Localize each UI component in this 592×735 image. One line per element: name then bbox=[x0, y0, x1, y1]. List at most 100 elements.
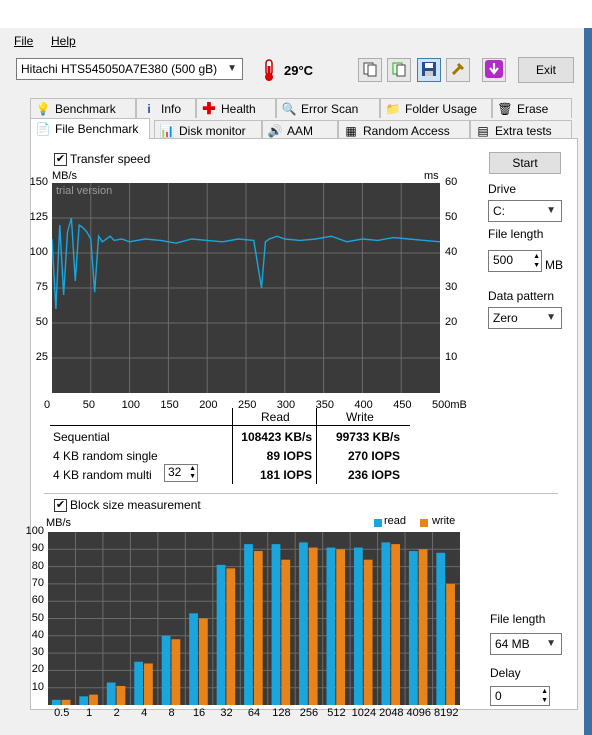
bar-x-tick: 2 bbox=[113, 707, 120, 719]
bar-write bbox=[281, 559, 291, 705]
block-size-chart bbox=[48, 532, 460, 705]
block-size-label: Block size measurement bbox=[70, 498, 201, 512]
menu-file[interactable]: File bbox=[14, 34, 33, 48]
y-left-tick: 125 bbox=[29, 211, 48, 223]
block-size-checkbox[interactable]: ✔ bbox=[54, 499, 67, 512]
bar-read bbox=[408, 551, 418, 705]
copy-all-button[interactable] bbox=[387, 58, 411, 82]
grid-icon: ▤ bbox=[477, 123, 489, 138]
legend-read-label: read bbox=[384, 515, 407, 527]
tab-error-scan[interactable]: 🔍 Error Scan bbox=[276, 98, 380, 118]
file-length-value: 500 bbox=[493, 253, 514, 267]
transfer-speed-svg bbox=[52, 183, 440, 393]
tab-benchmark[interactable]: 💡 Benchmark bbox=[30, 98, 136, 118]
transfer-speed-checkbox[interactable]: ✔ bbox=[54, 153, 67, 166]
bar-read bbox=[299, 542, 308, 705]
options-button[interactable] bbox=[446, 58, 470, 82]
x-tick: 300 bbox=[276, 399, 296, 411]
bar-x-tick: 4 bbox=[141, 707, 148, 719]
bar-write bbox=[226, 568, 236, 705]
queue-depth-spinner[interactable]: 32 ▲ ▼ bbox=[164, 464, 198, 482]
start-button[interactable]: Start bbox=[489, 152, 561, 174]
tab-aam-label: AAM bbox=[287, 123, 314, 138]
benchmark-icon: 💡 bbox=[35, 101, 51, 116]
tab-random-access[interactable]: ▦ Random Access bbox=[338, 120, 470, 140]
random-single-write-value: 270 IOPS bbox=[347, 449, 400, 463]
tab-aam[interactable]: 🔊 AAM bbox=[262, 120, 338, 140]
bar-x-tick: 32 bbox=[220, 707, 233, 719]
y-unit-left: MB/s bbox=[52, 170, 78, 182]
bar-y-tick: 30 bbox=[31, 646, 44, 659]
bar-read bbox=[161, 635, 171, 705]
row-random-single-label: 4 KB random single bbox=[53, 449, 158, 463]
download-arrow-icon bbox=[485, 59, 503, 81]
bar-x-tick: 128 bbox=[272, 707, 291, 719]
block-file-length-select[interactable]: 64 MB ▼ bbox=[490, 633, 562, 655]
save-button[interactable] bbox=[417, 58, 441, 82]
bar-write bbox=[253, 551, 263, 705]
bar-y-unit: MB/s bbox=[46, 517, 72, 529]
tab-error-scan-label: Error Scan bbox=[301, 101, 359, 116]
tab-health[interactable]: ✚ Health bbox=[196, 98, 276, 118]
copy-all-icon bbox=[391, 61, 407, 80]
y-left-tick: 150 bbox=[29, 176, 48, 188]
delay-spinner[interactable]: 0 ▲ ▼ bbox=[490, 686, 550, 706]
bar-x-tick: 512 bbox=[327, 707, 346, 719]
data-pattern-select[interactable]: Zero ▼ bbox=[488, 307, 562, 329]
x-tick: 200 bbox=[199, 399, 218, 411]
bar-write bbox=[391, 544, 401, 705]
tab-folder-usage[interactable]: 📁 Folder Usage bbox=[380, 98, 492, 118]
tab-file-benchmark[interactable]: 📄 File Benchmark bbox=[30, 118, 150, 139]
tab-erase[interactable]: 🗑 Erase bbox=[492, 98, 572, 118]
row-sequential-label: Sequential bbox=[53, 430, 110, 444]
data-pattern-label: Data pattern bbox=[488, 289, 555, 303]
bar-read bbox=[326, 547, 336, 705]
drive-select[interactable]: C: ▼ bbox=[488, 200, 562, 222]
title-strip bbox=[0, 0, 592, 28]
tab-info[interactable]: i Info bbox=[136, 98, 196, 118]
col-divider-1 bbox=[232, 408, 233, 484]
y-left-tick: 25 bbox=[35, 351, 48, 363]
file-length-spinner[interactable]: 500 ▲ ▼ bbox=[488, 250, 542, 272]
wrench-icon bbox=[450, 61, 466, 80]
bar-read bbox=[271, 544, 281, 705]
x-tick: 0 bbox=[44, 399, 51, 411]
row-random-multi-label: 4 KB random multi bbox=[53, 468, 152, 482]
bar-write bbox=[116, 685, 126, 705]
bar-read bbox=[134, 661, 144, 705]
spinner-arrows-icon: ▲ ▼ bbox=[189, 465, 196, 480]
file-length-unit: MB bbox=[545, 258, 563, 272]
menu-help[interactable]: Help bbox=[51, 34, 76, 48]
tab-folder-usage-label: Folder Usage bbox=[405, 101, 478, 116]
bar-write bbox=[198, 618, 208, 705]
bar-write bbox=[144, 663, 153, 705]
bar-write bbox=[363, 559, 373, 705]
x-tick: 450 bbox=[393, 399, 412, 411]
exit-button[interactable]: Exit bbox=[518, 57, 574, 83]
y-right-tick: 30 bbox=[445, 281, 458, 293]
drive-select-value: C: bbox=[493, 204, 505, 218]
bar-read bbox=[51, 699, 61, 705]
disk-select-value: Hitachi HTS545050A7E380 (500 gB) bbox=[21, 62, 218, 76]
col-read-header: Read bbox=[261, 410, 290, 424]
copy-button[interactable] bbox=[358, 58, 382, 82]
bar-read bbox=[381, 542, 391, 705]
transfer-speed-chart: trial version bbox=[52, 183, 440, 393]
y-left-tick: 50 bbox=[35, 316, 48, 328]
bar-x-tick: 1 bbox=[86, 707, 93, 719]
disk-select[interactable]: Hitachi HTS545050A7E380 (500 gB) ▼ bbox=[16, 58, 243, 80]
y-right-tick: 40 bbox=[445, 246, 458, 258]
tab-disk-monitor[interactable]: 📊 Disk monitor bbox=[154, 120, 262, 140]
x-tick: 500mB bbox=[432, 399, 467, 411]
random-single-read-value: 89 IOPS bbox=[266, 449, 312, 463]
spinner-arrows-icon: ▲ ▼ bbox=[533, 253, 540, 269]
bar-write bbox=[336, 549, 346, 705]
chevron-down-icon: ▼ bbox=[546, 312, 556, 323]
info-icon: i bbox=[147, 101, 151, 116]
menu-file-label: File bbox=[14, 34, 34, 48]
tab-extra-tests[interactable]: ▤ Extra tests bbox=[470, 120, 572, 140]
spinner-arrows-icon: ▲ ▼ bbox=[541, 688, 548, 704]
download-button[interactable] bbox=[482, 58, 506, 82]
magnifier-icon: 🔍 bbox=[281, 101, 297, 116]
folder-icon: 📁 bbox=[385, 101, 401, 116]
